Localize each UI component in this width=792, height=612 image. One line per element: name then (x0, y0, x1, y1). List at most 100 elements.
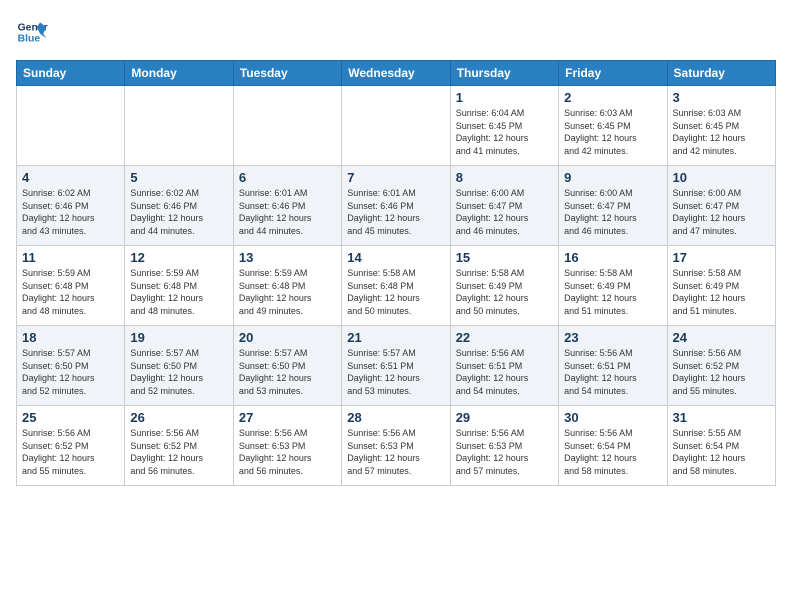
calendar-cell: 5Sunrise: 6:02 AM Sunset: 6:46 PM Daylig… (125, 166, 233, 246)
day-info: Sunrise: 5:56 AM Sunset: 6:52 PM Dayligh… (130, 427, 227, 477)
day-number: 19 (130, 330, 227, 345)
week-row-1: 1Sunrise: 6:04 AM Sunset: 6:45 PM Daylig… (17, 86, 776, 166)
day-number: 6 (239, 170, 336, 185)
header-monday: Monday (125, 61, 233, 86)
calendar-cell: 29 Sunrise: 5:56 AM Sunset: 6:53 PM Dayli… (450, 406, 558, 486)
day-info: Sunrise: 5:59 AM Sunset: 6:48 PM Dayligh… (239, 267, 336, 317)
day-number: 27 (239, 410, 336, 425)
calendar-cell: 13 Sunrise: 5:59 AM Sunset: 6:48 PM Dayli… (233, 246, 341, 326)
calendar-body: 1Sunrise: 6:04 AM Sunset: 6:45 PM Daylig… (17, 86, 776, 486)
day-info: Sunrise: 5:56 AM Sunset: 6:53 PM Dayligh… (456, 427, 553, 477)
calendar-table: SundayMondayTuesdayWednesdayThursdayFrid… (16, 60, 776, 486)
day-info: Sunrise: 6:01 AM Sunset: 6:46 PM Dayligh… (347, 187, 444, 237)
calendar-cell: 8 Sunrise: 6:00 AM Sunset: 6:47 PM Daylig… (450, 166, 558, 246)
day-info: Sunrise: 6:00 AM Sunset: 6:47 PM Dayligh… (673, 187, 770, 237)
calendar-cell: 25Sunrise: 5:56 AM Sunset: 6:52 PM Dayli… (17, 406, 125, 486)
calendar-cell (342, 86, 450, 166)
calendar-cell: 26 Sunrise: 5:56 AM Sunset: 6:52 PM Dayli… (125, 406, 233, 486)
day-number: 30 (564, 410, 661, 425)
day-info: Sunrise: 6:02 AM Sunset: 6:46 PM Dayligh… (22, 187, 119, 237)
week-row-2: 4Sunrise: 6:02 AM Sunset: 6:46 PM Daylig… (17, 166, 776, 246)
day-info: Sunrise: 5:57 AM Sunset: 6:50 PM Dayligh… (22, 347, 119, 397)
header-saturday: Saturday (667, 61, 775, 86)
calendar-cell: 9Sunrise: 6:00 AM Sunset: 6:47 PM Daylig… (559, 166, 667, 246)
calendar-cell: 3 Sunrise: 6:03 AM Sunset: 6:45 PM Daylig… (667, 86, 775, 166)
day-info: Sunrise: 5:57 AM Sunset: 6:50 PM Dayligh… (239, 347, 336, 397)
day-number: 18 (22, 330, 119, 345)
header-thursday: Thursday (450, 61, 558, 86)
header-wednesday: Wednesday (342, 61, 450, 86)
day-info: Sunrise: 6:02 AM Sunset: 6:46 PM Dayligh… (130, 187, 227, 237)
day-info: Sunrise: 6:00 AM Sunset: 6:47 PM Dayligh… (456, 187, 553, 237)
day-number: 15 (456, 250, 553, 265)
day-number: 8 (456, 170, 553, 185)
calendar-cell: 11 Sunrise: 5:59 AM Sunset: 6:48 PM Dayli… (17, 246, 125, 326)
calendar-cell: 4Sunrise: 6:02 AM Sunset: 6:46 PM Daylig… (17, 166, 125, 246)
day-number: 23 (564, 330, 661, 345)
page-header: General Blue (16, 16, 776, 48)
calendar-cell: 10 Sunrise: 6:00 AM Sunset: 6:47 PM Dayli… (667, 166, 775, 246)
day-number: 9 (564, 170, 661, 185)
day-info: Sunrise: 6:03 AM Sunset: 6:45 PM Dayligh… (564, 107, 661, 157)
calendar-cell: 30 Sunrise: 5:56 AM Sunset: 6:54 PM Dayli… (559, 406, 667, 486)
week-row-4: 18 Sunrise: 5:57 AM Sunset: 6:50 PM Dayli… (17, 326, 776, 406)
calendar-cell: 16 Sunrise: 5:58 AM Sunset: 6:49 PM Dayli… (559, 246, 667, 326)
calendar-cell: 7Sunrise: 6:01 AM Sunset: 6:46 PM Daylig… (342, 166, 450, 246)
day-info: Sunrise: 5:55 AM Sunset: 6:54 PM Dayligh… (673, 427, 770, 477)
calendar-cell: 20 Sunrise: 5:57 AM Sunset: 6:50 PM Dayli… (233, 326, 341, 406)
week-row-5: 25Sunrise: 5:56 AM Sunset: 6:52 PM Dayli… (17, 406, 776, 486)
day-number: 3 (673, 90, 770, 105)
day-info: Sunrise: 5:59 AM Sunset: 6:48 PM Dayligh… (130, 267, 227, 317)
logo-icon: General Blue (16, 16, 48, 48)
day-number: 31 (673, 410, 770, 425)
header-tuesday: Tuesday (233, 61, 341, 86)
day-number: 16 (564, 250, 661, 265)
day-number: 22 (456, 330, 553, 345)
calendar-cell (17, 86, 125, 166)
calendar-cell: 15Sunrise: 5:58 AM Sunset: 6:49 PM Dayli… (450, 246, 558, 326)
day-number: 20 (239, 330, 336, 345)
day-number: 24 (673, 330, 770, 345)
day-number: 17 (673, 250, 770, 265)
day-info: Sunrise: 5:56 AM Sunset: 6:53 PM Dayligh… (347, 427, 444, 477)
day-info: Sunrise: 5:58 AM Sunset: 6:49 PM Dayligh… (564, 267, 661, 317)
calendar-cell: 28Sunrise: 5:56 AM Sunset: 6:53 PM Dayli… (342, 406, 450, 486)
day-number: 2 (564, 90, 661, 105)
svg-text:Blue: Blue (18, 34, 41, 45)
day-number: 21 (347, 330, 444, 345)
day-info: Sunrise: 5:58 AM Sunset: 6:49 PM Dayligh… (673, 267, 770, 317)
calendar-cell (233, 86, 341, 166)
calendar-cell: 14Sunrise: 5:58 AM Sunset: 6:48 PM Dayli… (342, 246, 450, 326)
calendar-cell: 19 Sunrise: 5:57 AM Sunset: 6:50 PM Dayli… (125, 326, 233, 406)
calendar-cell: 6 Sunrise: 6:01 AM Sunset: 6:46 PM Daylig… (233, 166, 341, 246)
calendar-cell: 23 Sunrise: 5:56 AM Sunset: 6:51 PM Dayli… (559, 326, 667, 406)
calendar-cell: 12 Sunrise: 5:59 AM Sunset: 6:48 PM Dayli… (125, 246, 233, 326)
calendar-cell: 21 Sunrise: 5:57 AM Sunset: 6:51 PM Dayli… (342, 326, 450, 406)
day-info: Sunrise: 5:57 AM Sunset: 6:50 PM Dayligh… (130, 347, 227, 397)
day-info: Sunrise: 6:03 AM Sunset: 6:45 PM Dayligh… (673, 107, 770, 157)
header-sunday: Sunday (17, 61, 125, 86)
day-number: 29 (456, 410, 553, 425)
day-number: 26 (130, 410, 227, 425)
calendar-header: SundayMondayTuesdayWednesdayThursdayFrid… (17, 61, 776, 86)
calendar-cell: 22 Sunrise: 5:56 AM Sunset: 6:51 PM Dayli… (450, 326, 558, 406)
calendar-cell: 31 Sunrise: 5:55 AM Sunset: 6:54 PM Dayli… (667, 406, 775, 486)
calendar-cell (125, 86, 233, 166)
day-info: Sunrise: 5:56 AM Sunset: 6:51 PM Dayligh… (564, 347, 661, 397)
day-number: 11 (22, 250, 119, 265)
calendar-cell: 2 Sunrise: 6:03 AM Sunset: 6:45 PM Daylig… (559, 86, 667, 166)
day-info: Sunrise: 5:59 AM Sunset: 6:48 PM Dayligh… (22, 267, 119, 317)
day-number: 13 (239, 250, 336, 265)
calendar-cell: 1Sunrise: 6:04 AM Sunset: 6:45 PM Daylig… (450, 86, 558, 166)
day-number: 12 (130, 250, 227, 265)
day-number: 14 (347, 250, 444, 265)
day-info: Sunrise: 5:56 AM Sunset: 6:52 PM Dayligh… (673, 347, 770, 397)
day-info: Sunrise: 6:01 AM Sunset: 6:46 PM Dayligh… (239, 187, 336, 237)
week-row-3: 11 Sunrise: 5:59 AM Sunset: 6:48 PM Dayli… (17, 246, 776, 326)
calendar-cell: 17 Sunrise: 5:58 AM Sunset: 6:49 PM Dayli… (667, 246, 775, 326)
day-info: Sunrise: 5:57 AM Sunset: 6:51 PM Dayligh… (347, 347, 444, 397)
day-info: Sunrise: 5:56 AM Sunset: 6:51 PM Dayligh… (456, 347, 553, 397)
day-number: 10 (673, 170, 770, 185)
calendar-cell: 24 Sunrise: 5:56 AM Sunset: 6:52 PM Dayli… (667, 326, 775, 406)
day-info: Sunrise: 5:56 AM Sunset: 6:54 PM Dayligh… (564, 427, 661, 477)
